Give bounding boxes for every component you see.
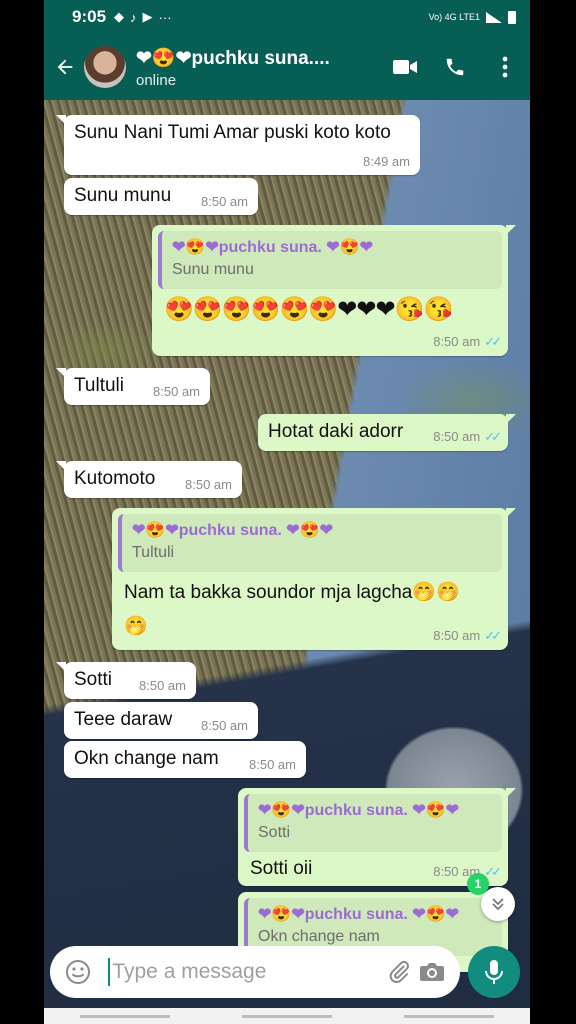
more-vert-icon	[502, 56, 508, 78]
contact-status: online	[136, 71, 177, 89]
chevron-down-icon	[492, 898, 504, 911]
quoted-sender: ❤😍❤puchku suna. ❤😍❤	[172, 239, 374, 256]
message-outgoing[interactable]: Hotat daki adorr 8:50 am ✓✓	[258, 414, 516, 451]
shield-icon: ◆	[114, 9, 125, 24]
quoted-sender: ❤😍❤puchku suna. ❤😍❤	[258, 802, 460, 819]
quoted-text: Tultuli	[132, 544, 175, 561]
message-outgoing[interactable]: ❤😍❤puchku suna. ❤😍❤ Tultuli Nam ta bakka…	[112, 508, 516, 650]
quoted-text: Okn change nam	[258, 928, 380, 945]
status-right: Vo) 4G LTE1	[428, 10, 516, 24]
quoted-text: Sunu munu	[172, 261, 254, 278]
nav-back-button[interactable]	[404, 1014, 494, 1018]
message-text: Sunu Nani Tumi Amar puski koto koto	[74, 122, 391, 143]
message-incoming[interactable]: Sotti 8:50 am	[56, 662, 196, 699]
message-incoming[interactable]: Sunu munu 8:50 am	[64, 178, 258, 215]
message-time: 8:50 am ✓✓	[433, 864, 502, 880]
read-ticks-icon: ✓✓	[484, 628, 502, 643]
message-outgoing[interactable]: ❤😍❤puchku suna. ❤😍❤ Sunu munu 😍😍😍😍😍😍❤❤❤😘…	[152, 225, 516, 356]
message-text-line-1: Nam ta bakka soundor mja lagcha🤭🤭	[124, 582, 460, 603]
message-incoming[interactable]: Kutomoto 8:50 am	[56, 461, 242, 498]
navigation-bar	[44, 1008, 530, 1024]
camera-button[interactable]	[416, 952, 448, 992]
message-text: Teee daraw	[74, 709, 173, 730]
message-incoming[interactable]: Tultuli 8:50 am	[56, 368, 210, 405]
message-text: Tultuli	[74, 375, 124, 396]
scroll-to-bottom-button[interactable]	[481, 887, 515, 921]
battery-icon	[508, 10, 516, 24]
message-composer	[50, 946, 460, 998]
contact-info[interactable]: ❤😍❤puchku suna.... online	[136, 46, 380, 89]
time-label: 8:50 am	[433, 334, 481, 349]
play-icon: ▶	[142, 9, 153, 24]
message-text: Kutomoto	[74, 468, 156, 489]
screen: 9:05 ◆ ♪ ▶ ··· Vo) 4G LTE1 ❤😍❤puchku sun…	[44, 0, 530, 1024]
status-time: 9:05	[72, 7, 107, 26]
message-time: 8:50 am	[185, 477, 232, 492]
network-label: Vo) 4G LTE1	[428, 12, 480, 22]
status-bar: 9:05 ◆ ♪ ▶ ··· Vo) 4G LTE1	[44, 0, 530, 34]
nav-recent-button[interactable]	[80, 1014, 170, 1018]
message-time: 8:50 am	[249, 757, 296, 772]
message-incoming[interactable]: Okn change nam 8:50 am	[64, 741, 306, 778]
message-incoming[interactable]: Teee daraw 8:50 am	[64, 702, 258, 739]
nav-home-button[interactable]	[242, 1014, 332, 1018]
voice-call-button[interactable]	[430, 42, 480, 92]
video-call-button[interactable]	[380, 42, 430, 92]
camera-icon	[419, 963, 444, 981]
contact-name: ❤😍❤puchku suna....	[136, 47, 330, 69]
emoji-icon	[66, 960, 91, 984]
quoted-message[interactable]: ❤😍❤puchku suna. ❤😍❤ Sotti	[244, 794, 502, 852]
read-ticks-icon: ✓✓	[484, 429, 502, 444]
signal-icon	[486, 11, 502, 23]
read-ticks-icon: ✓✓	[484, 334, 502, 349]
message-incoming[interactable]: Sunu Nani Tumi Amar puski koto koto 8:49…	[56, 115, 420, 175]
message-text: Hotat daki adorr	[268, 421, 404, 442]
message-text: Okn change nam	[74, 748, 219, 769]
message-time: 8:50 am ✓✓	[433, 628, 502, 644]
attach-button[interactable]	[383, 952, 415, 992]
voice-record-button[interactable]	[468, 946, 520, 998]
time-label: 8:50 am	[433, 628, 481, 643]
chat-header: ❤😍❤puchku suna.... online	[44, 34, 530, 100]
avatar[interactable]	[84, 46, 126, 88]
quoted-sender: ❤😍❤puchku suna. ❤😍❤	[132, 522, 334, 539]
message-time: 8:50 am	[201, 718, 248, 733]
message-outgoing[interactable]: ❤😍❤puchku suna. ❤😍❤ Sotti Sotti oii 8:50…	[238, 788, 516, 886]
mic-icon	[485, 960, 503, 984]
message-time: 8:49 am	[363, 154, 410, 169]
message-text: 😍😍😍😍😍😍❤❤❤😘😘	[164, 296, 453, 323]
quoted-message[interactable]: ❤😍❤puchku suna. ❤😍❤ Sunu munu	[158, 231, 502, 289]
tiktok-icon: ♪	[130, 9, 137, 25]
emoji-button[interactable]	[62, 952, 94, 992]
attach-icon	[390, 960, 410, 983]
video-call-icon	[393, 60, 417, 74]
message-input[interactable]	[108, 958, 384, 986]
back-button[interactable]	[48, 47, 82, 87]
status-notification-icons: ◆ ♪ ▶ ···	[114, 9, 172, 25]
message-text: Sunu munu	[74, 185, 172, 206]
quoted-message[interactable]: ❤😍❤puchku suna. ❤😍❤ Tultuli	[118, 514, 502, 572]
message-time: 8:50 am ✓✓	[433, 429, 502, 445]
unread-badge: 1	[467, 873, 489, 895]
more-icon: ···	[158, 9, 172, 25]
more-options-button[interactable]	[480, 42, 530, 92]
message-time: 8:50 am	[153, 384, 200, 399]
message-time: 8:50 am	[139, 678, 186, 693]
message-time: 8:50 am	[201, 194, 248, 209]
quoted-text: Sotti	[258, 824, 291, 841]
message-text: Sotti	[74, 669, 113, 690]
phone-icon	[446, 58, 464, 76]
quoted-sender: ❤😍❤puchku suna. ❤😍❤	[258, 906, 460, 923]
back-arrow-icon	[57, 59, 73, 75]
time-label: 8:50 am	[433, 429, 481, 444]
message-time: 8:50 am ✓✓	[433, 334, 502, 350]
